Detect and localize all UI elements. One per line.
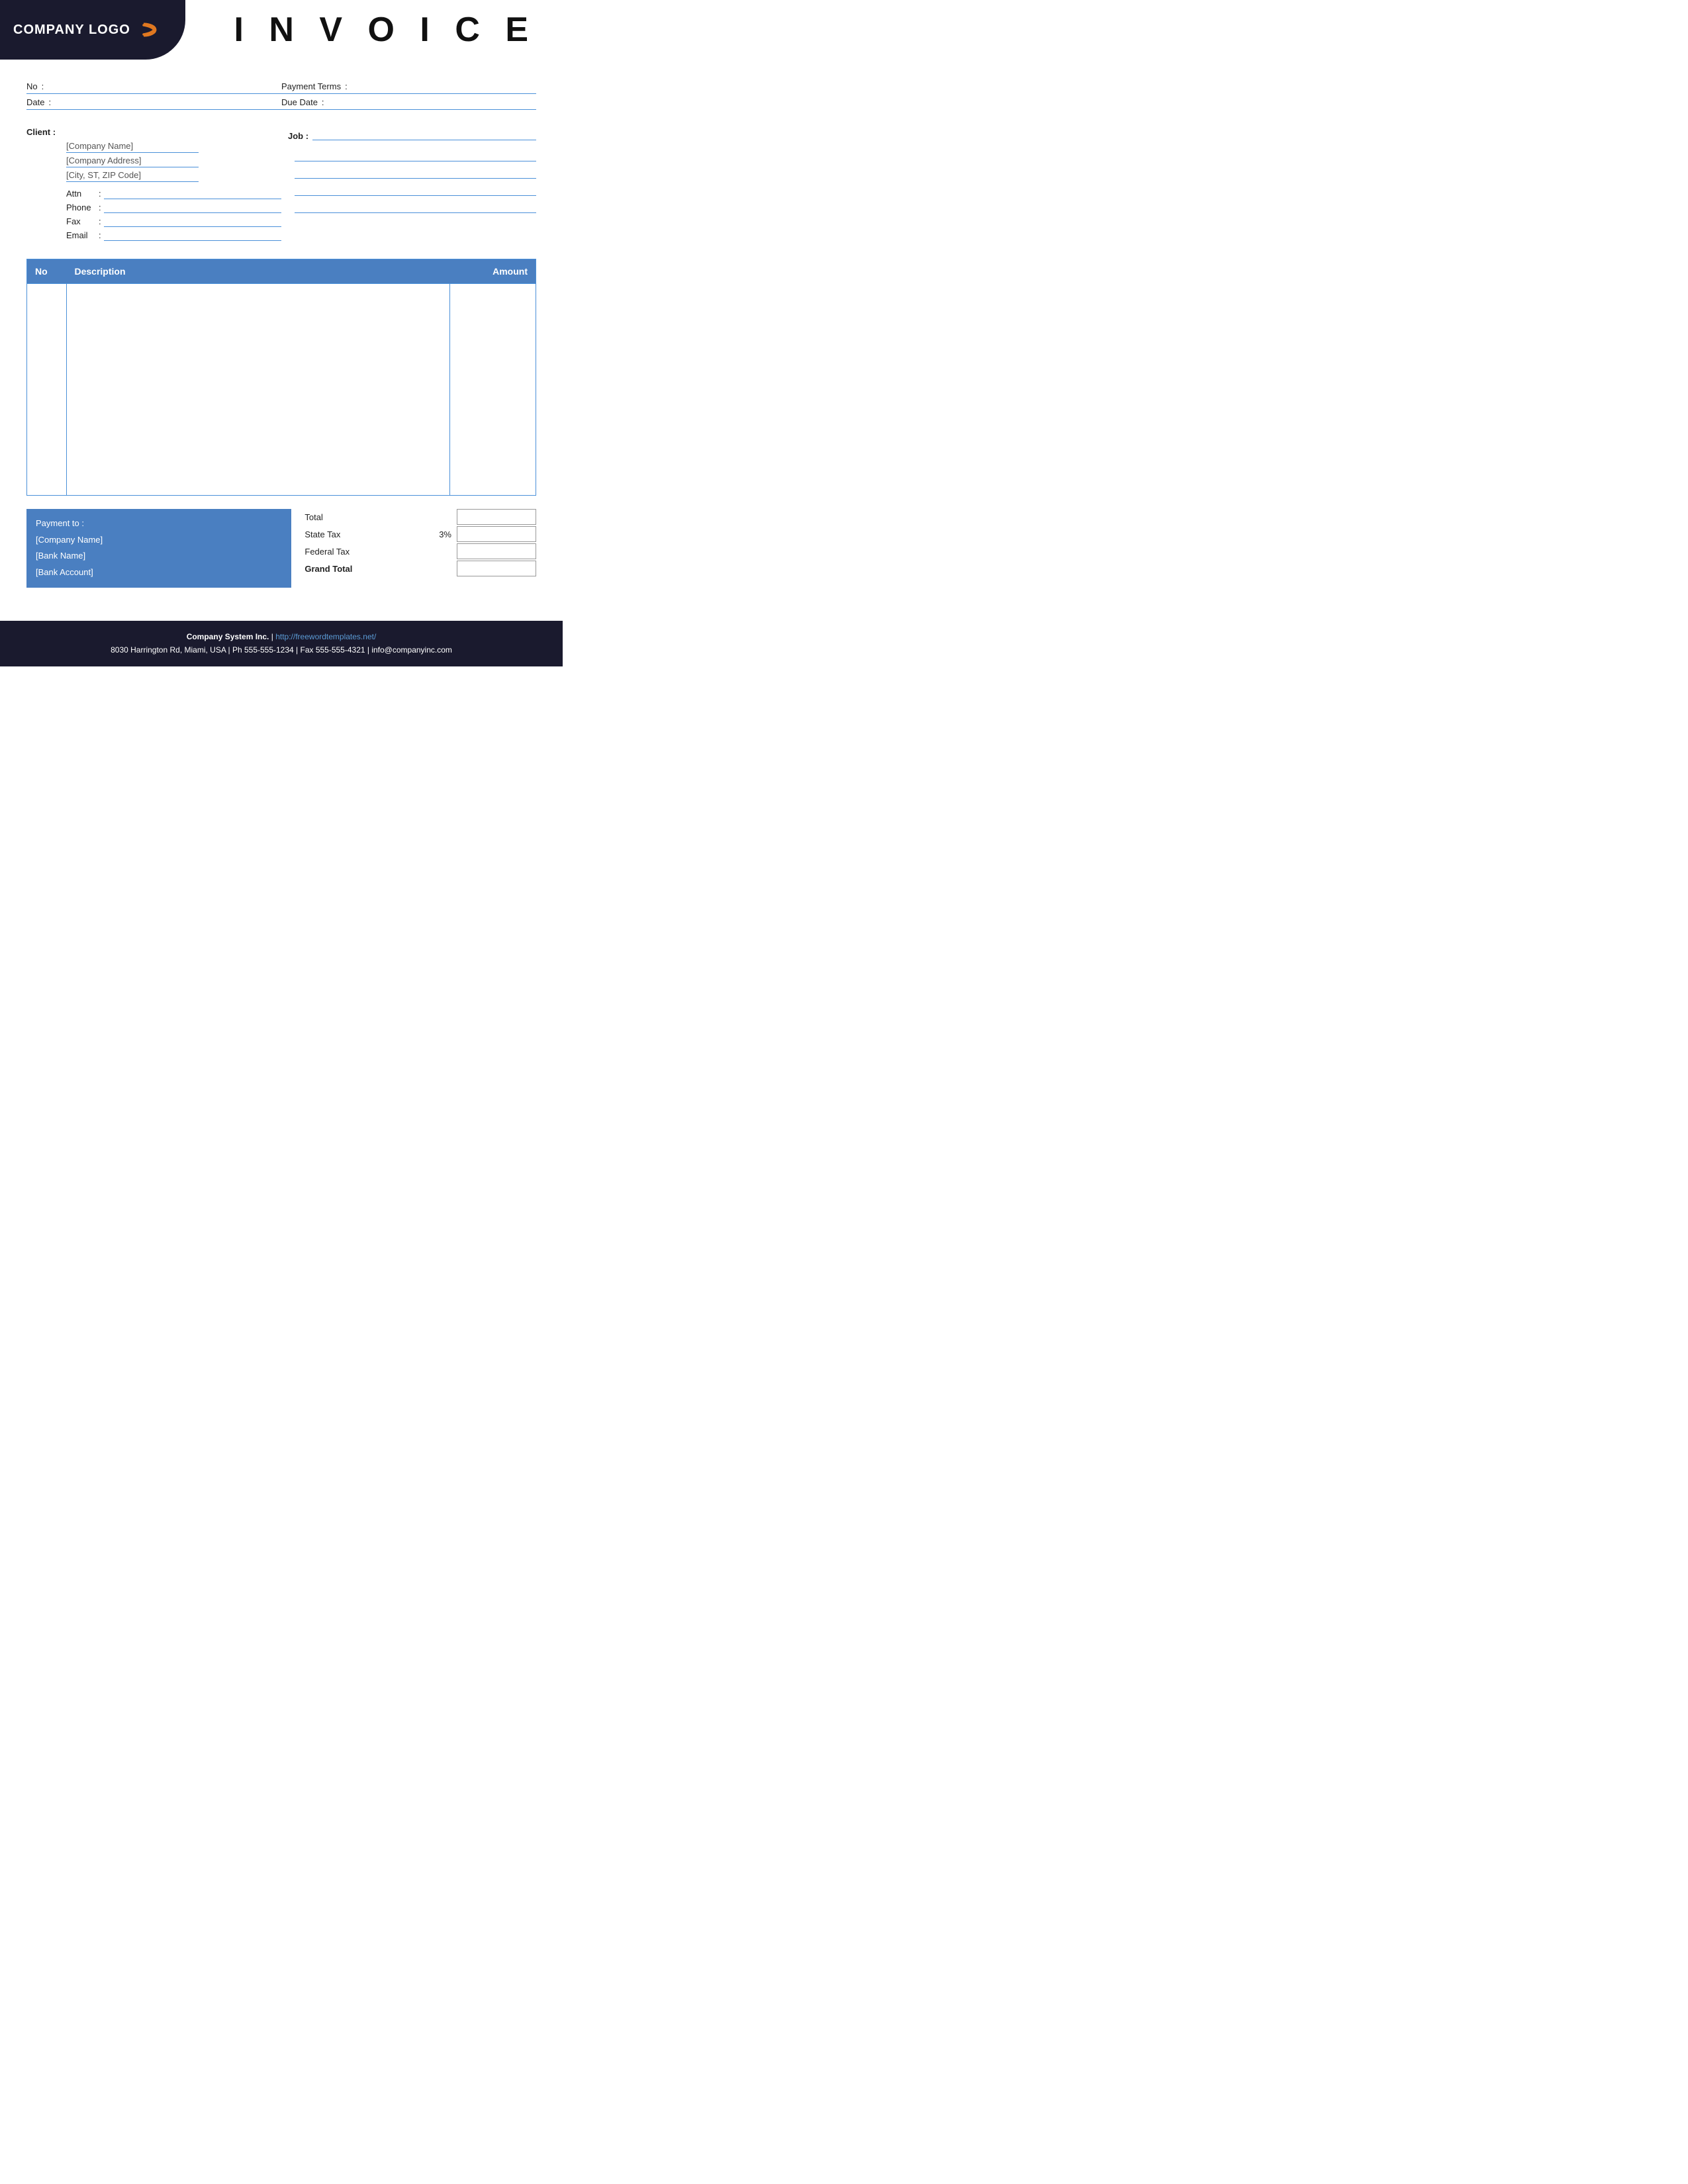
state-tax-row: State Tax 3%: [305, 526, 536, 542]
payment-terms-colon: :: [345, 81, 348, 91]
fax-label: Fax: [66, 216, 96, 226]
job-line-2: [295, 165, 536, 179]
total-value-box: [457, 509, 536, 525]
client-attn-row: Attn :: [66, 187, 281, 199]
col-header-description: Description: [67, 259, 450, 284]
invoice-title-block: I N V O I C E: [185, 0, 563, 60]
email-colon: :: [99, 230, 101, 240]
client-fields: [Company Name] [Company Address] [City, …: [26, 141, 281, 241]
col-header-amount: Amount: [450, 259, 536, 284]
table-cell-amount: [450, 284, 536, 496]
table-cell-no: [27, 284, 67, 496]
state-tax-label: State Tax: [305, 529, 439, 539]
client-email-row: Email :: [66, 229, 281, 241]
phone-colon: :: [99, 203, 101, 212]
client-label: Client :: [26, 127, 56, 137]
meta-section: No : Payment Terms : Date : Due Date :: [0, 73, 563, 118]
meta-date-left: Date :: [26, 97, 281, 107]
payment-title: Payment to :: [36, 516, 282, 532]
phone-value: [104, 201, 281, 213]
job-fields: [288, 148, 536, 213]
client-fax-row: Fax :: [66, 215, 281, 227]
payment-bank: [Bank Name]: [36, 548, 282, 565]
phone-label: Phone: [66, 203, 96, 212]
client-header: Client :: [26, 127, 281, 137]
table-section: No Description Amount: [0, 252, 563, 502]
job-label: Job :: [288, 131, 308, 141]
email-value: [104, 229, 281, 241]
fax-colon: :: [99, 216, 101, 226]
meta-due-date-right: Due Date :: [281, 97, 536, 107]
col-header-no: No: [27, 259, 67, 284]
grand-total-label: Grand Total: [305, 564, 457, 574]
grand-total-row: Grand Total: [305, 561, 536, 576]
table-cell-description: [67, 284, 450, 496]
state-tax-percent: 3%: [439, 529, 451, 539]
footer-section: Payment to : [Company Name] [Bank Name] …: [0, 502, 563, 594]
footer-company: Company System Inc.: [187, 632, 269, 641]
footer-line-2: 8030 Harrington Rd, Miami, USA | Ph 555-…: [13, 643, 549, 657]
footer-line-1: Company System Inc. | http://freewordtem…: [13, 630, 549, 643]
job-line-4: [295, 200, 536, 213]
logo-text: COMPANY LOGO: [13, 23, 130, 38]
logo-arc-icon: [130, 23, 157, 37]
client-phone-row: Phone :: [66, 201, 281, 213]
due-date-label: Due Date: [281, 97, 318, 107]
payment-account: [Bank Account]: [36, 565, 282, 581]
footer-website[interactable]: http://freewordtemplates.net/: [275, 632, 376, 641]
federal-tax-value-box: [457, 543, 536, 559]
payment-terms-label: Payment Terms: [281, 81, 341, 91]
job-line-1: [295, 148, 536, 161]
federal-tax-label: Federal Tax: [305, 547, 457, 557]
payment-block: Payment to : [Company Name] [Bank Name] …: [26, 509, 291, 588]
client-block: Client : [Company Name] [Company Address…: [26, 127, 281, 243]
meta-payment-terms-right: Payment Terms :: [281, 81, 536, 91]
state-tax-value-box: [457, 526, 536, 542]
totals-block: Total State Tax 3% Federal Tax Grand Tot…: [305, 509, 536, 578]
date-label: Date: [26, 97, 44, 107]
payment-company: [Company Name]: [36, 532, 282, 549]
bottom-footer: Company System Inc. | http://freewordtem…: [0, 621, 563, 666]
header: COMPANY LOGO I N V O I C E: [0, 0, 563, 60]
table-row: [27, 284, 536, 496]
grand-total-value-box: [457, 561, 536, 576]
federal-tax-row: Federal Tax: [305, 543, 536, 559]
client-address: [Company Address]: [66, 156, 141, 165]
attn-value: [104, 187, 281, 199]
total-label: Total: [305, 512, 457, 522]
client-job-section: Client : [Company Name] [Company Address…: [0, 118, 563, 252]
table-header-row: No Description Amount: [27, 259, 536, 284]
client-name: [Company Name]: [66, 141, 133, 151]
no-colon: :: [42, 81, 44, 91]
job-line-3: [295, 183, 536, 196]
client-city: [City, ST, ZIP Code]: [66, 170, 141, 180]
no-label: No: [26, 81, 38, 91]
attn-label: Attn: [66, 189, 96, 199]
fax-value: [104, 215, 281, 227]
due-date-colon: :: [322, 97, 324, 107]
invoice-title: I N V O I C E: [234, 10, 537, 50]
meta-row-date: Date : Due Date :: [26, 95, 536, 110]
date-colon: :: [48, 97, 51, 107]
invoice-table: No Description Amount: [26, 259, 536, 496]
job-block: Job :: [281, 127, 536, 243]
logo-block: COMPANY LOGO: [0, 0, 185, 60]
email-label: Email: [66, 230, 96, 240]
meta-no-left: No :: [26, 81, 281, 91]
job-header: Job :: [288, 127, 536, 144]
meta-row-no: No : Payment Terms :: [26, 79, 536, 94]
attn-colon: :: [99, 189, 101, 199]
total-row: Total: [305, 509, 536, 525]
